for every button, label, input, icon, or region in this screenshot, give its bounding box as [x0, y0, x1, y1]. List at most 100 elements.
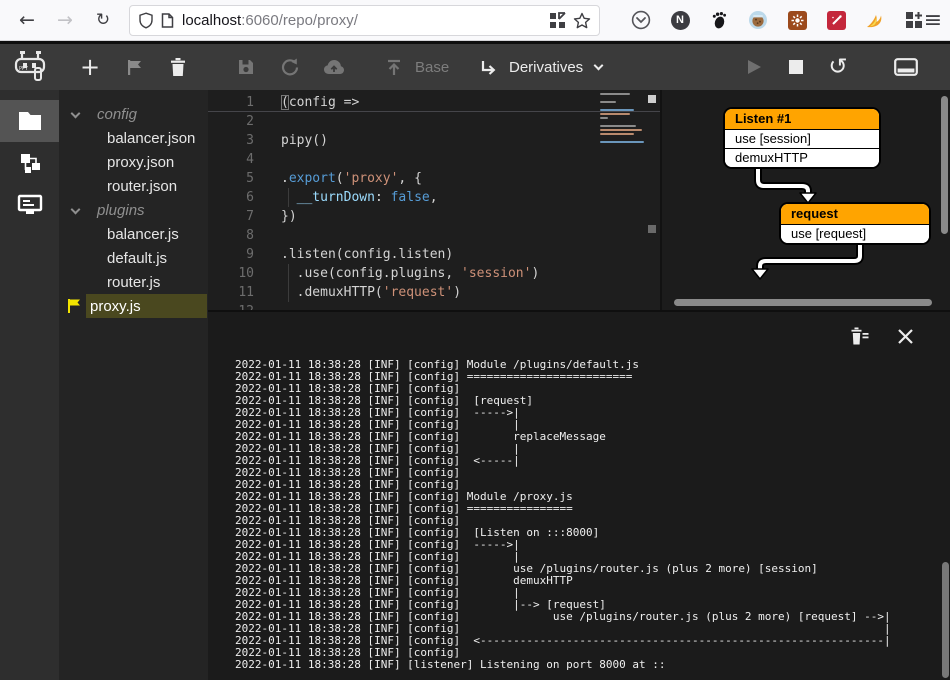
clear-console-button[interactable]	[849, 325, 871, 347]
code-line-12[interactable]: 12	[208, 302, 660, 310]
extension-n-badge-icon[interactable]: N	[667, 7, 693, 33]
new-file-button[interactable]: +	[76, 44, 104, 90]
extension-containers-icon[interactable]	[784, 7, 810, 33]
minimap-bar	[600, 117, 608, 119]
code-line-7[interactable]: 7})	[208, 207, 660, 226]
tree-item-label: proxy.json	[107, 154, 174, 171]
console-scrollbar[interactable]	[942, 562, 949, 678]
code-line-8[interactable]: 8	[208, 226, 660, 245]
url-text[interactable]: localhost:6060/repo/proxy/	[182, 12, 542, 29]
file-tree: config balancer.json proxy.json router.json…	[59, 90, 208, 680]
rail-console-tab[interactable]	[0, 184, 59, 226]
chevron-down-icon	[71, 109, 81, 119]
rail-files-tab[interactable]	[0, 100, 59, 142]
console-panel-button[interactable]	[890, 44, 922, 90]
editor-minimap[interactable]	[600, 93, 648, 145]
chevron-down-icon	[71, 205, 81, 215]
minimap-bar	[600, 113, 630, 115]
code-text: .listen(config.listen)	[263, 245, 453, 264]
code-line-10[interactable]: 10 .use(config.plugins, 'session')	[208, 264, 660, 283]
extension-cookie-icon[interactable]	[745, 7, 771, 33]
extension-swoosh-icon[interactable]	[862, 7, 888, 33]
diagram-horizontal-scrollbar[interactable]	[674, 299, 932, 306]
revert-button[interactable]	[276, 44, 304, 90]
start-button[interactable]	[740, 44, 768, 90]
editor-scroll-marker-mid[interactable]	[648, 225, 656, 233]
code-lines: 1(config =>23pipy()45.export('proxy', {6…	[208, 90, 660, 310]
tree-folder-label: config	[97, 106, 137, 123]
delete-button[interactable]	[164, 44, 192, 90]
bookmark-star-icon[interactable]	[573, 12, 591, 30]
upload-cloud-button[interactable]	[320, 44, 348, 90]
code-line-11[interactable]: 11 .demuxHTTP('request')	[208, 283, 660, 302]
diagram-box-row: use [request]	[781, 224, 929, 243]
base-button[interactable]: Base	[406, 44, 449, 90]
tree-item-label: default.js	[107, 250, 167, 267]
rail-pipeline-tab[interactable]	[0, 142, 59, 184]
code-line-3[interactable]: 3pipy()	[208, 131, 660, 150]
code-line-2[interactable]: 2	[208, 112, 660, 131]
code-text	[263, 112, 281, 131]
tree-item-label: router.json	[107, 178, 177, 195]
code-line-5[interactable]: 5.export('proxy', {	[208, 169, 660, 188]
page-info-icon[interactable]	[161, 13, 174, 28]
back-button[interactable]: ←	[12, 6, 42, 34]
pipy-logo: PPY	[8, 44, 54, 90]
line-number: 4	[208, 150, 263, 169]
code-text: .export('proxy', {	[263, 169, 422, 188]
diagram-box-title: request	[781, 204, 929, 224]
code-text: })	[263, 207, 297, 226]
line-number: 5	[208, 169, 263, 188]
app-toolbar: PPY + Base Derivatives ↺	[0, 44, 950, 90]
browser-chrome: ← → ↻ localhost:6060/repo/proxy/ N	[0, 0, 950, 41]
screenshot-grid-icon[interactable]	[549, 12, 566, 29]
tree-folder-plugins[interactable]: plugins	[59, 198, 208, 222]
diagram-box-0[interactable]: Listen #1use [session]demuxHTTP	[724, 108, 880, 168]
code-line-6[interactable]: 6 __turnDown: false,	[208, 188, 660, 207]
restart-button[interactable]: ↺	[824, 44, 852, 90]
url-bar[interactable]: localhost:6060/repo/proxy/	[129, 5, 600, 36]
derivatives-icon	[476, 44, 500, 90]
forward-button[interactable]: →	[50, 6, 80, 34]
console-panel: 2022-01-11 18:38:28 [INF] [config] Modul…	[208, 310, 950, 680]
save-button[interactable]	[232, 44, 260, 90]
extension-pocket-icon[interactable]	[628, 7, 654, 33]
diagram-box-row: use [session]	[725, 129, 879, 148]
minimap-bar	[600, 141, 644, 143]
stop-button[interactable]	[782, 44, 810, 90]
code-line-4[interactable]: 4	[208, 150, 660, 169]
tree-item-proxy.json[interactable]: proxy.json	[59, 150, 208, 174]
tree-item-router.js[interactable]: router.js	[59, 270, 208, 294]
shield-icon[interactable]	[138, 12, 154, 29]
code-editor[interactable]: 1(config =>23pipy()45.export('proxy', {6…	[208, 90, 660, 310]
tree-item-router.json[interactable]: router.json	[59, 174, 208, 198]
line-number: 10	[208, 264, 263, 283]
diagram-box-1[interactable]: requestuse [request]	[780, 203, 930, 244]
tree-folder-config[interactable]: config	[59, 102, 208, 126]
diagram-vertical-scrollbar[interactable]	[941, 96, 948, 234]
code-text: (config =>	[263, 93, 359, 112]
extension-wand-icon[interactable]	[823, 7, 849, 33]
pipy-admin-page: { "browser": { "url": { "host": "localho…	[0, 0, 950, 680]
folder-icon	[17, 110, 43, 132]
left-rail	[0, 90, 59, 680]
minimap-bar	[600, 133, 634, 135]
close-console-button[interactable]	[894, 325, 916, 347]
code-line-1[interactable]: 1(config =>	[208, 93, 660, 112]
code-text	[263, 150, 281, 169]
flag-button[interactable]	[120, 44, 148, 90]
tree-item-default.js[interactable]: default.js	[59, 246, 208, 270]
line-number: 8	[208, 226, 263, 245]
line-number: 1	[208, 93, 263, 112]
code-line-9[interactable]: 9.listen(config.listen)	[208, 245, 660, 264]
base-icon	[382, 44, 406, 90]
editor-scroll-marker-top[interactable]	[648, 95, 656, 103]
menu-button[interactable]: ≡	[918, 6, 948, 34]
derivatives-dropdown[interactable]: Derivatives	[500, 44, 602, 90]
reload-button[interactable]: ↻	[88, 6, 118, 34]
tree-item-proxy.js[interactable]: proxy.js	[59, 294, 208, 318]
tree-item-balancer.json[interactable]: balancer.json	[59, 126, 208, 150]
tree-item-balancer.js[interactable]: balancer.js	[59, 222, 208, 246]
line-number: 12	[208, 302, 263, 310]
extension-gnome-foot-icon[interactable]	[706, 7, 732, 33]
